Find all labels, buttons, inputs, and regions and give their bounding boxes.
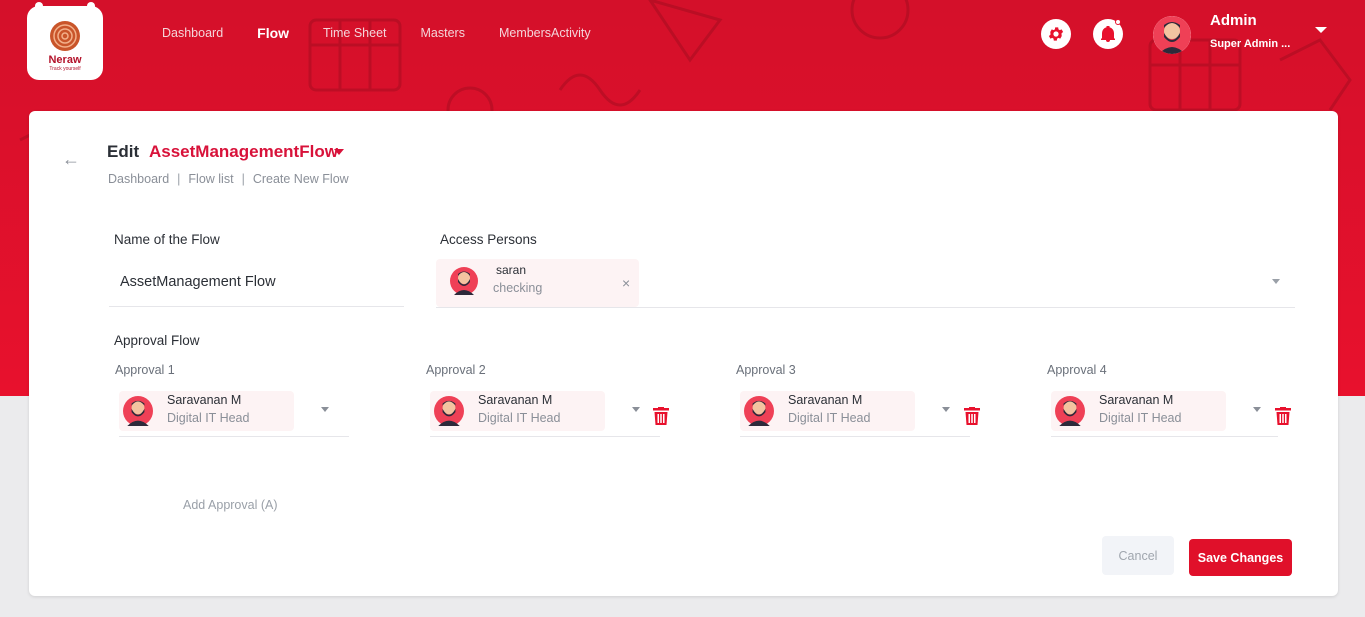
access-persons-label: Access Persons [440,232,537,247]
access-person-sub: checking [493,281,543,295]
flow-name-label: Name of the Flow [114,232,220,247]
access-person-chip: saran checking × [436,259,639,307]
user-name: Admin [1210,12,1257,29]
user-avatar[interactable] [1153,16,1191,54]
add-approval-button[interactable]: Add Approval (A) [183,498,278,512]
approval-select-2[interactable]: Saravanan M Digital IT Head [430,391,660,437]
bell-icon [1101,26,1115,42]
nav-item-flow[interactable]: Flow [257,25,289,41]
save-changes-button[interactable]: Save Changes [1189,539,1292,576]
avatar-icon [744,396,774,426]
nav-item-time-sheet[interactable]: Time Sheet [323,25,386,41]
approver-role: Digital IT Head [478,411,561,425]
avatar-icon [123,396,153,426]
brand-name: Neraw [48,54,82,66]
brand-tagline: Track yourself [49,66,81,72]
approval-chevron-down-icon[interactable] [1253,407,1261,412]
approver-name: Saravanan M [478,393,553,407]
approval-chevron-down-icon[interactable] [321,407,329,412]
edit-flow-card: ← Edit AssetManagementFlow Dashboard | F… [29,111,1338,596]
nav-item-dashboard[interactable]: Dashboard [162,25,223,41]
delete-approval-trash-icon[interactable] [964,407,980,425]
approver-role: Digital IT Head [167,411,250,425]
approval-select-3[interactable]: Saravanan M Digital IT Head [740,391,970,437]
flow-select[interactable]: AssetManagementFlow [149,142,338,162]
approval-chevron-down-icon[interactable] [632,407,640,412]
delete-approval-trash-icon[interactable] [1275,407,1291,425]
gear-icon [1048,27,1064,41]
breadcrumb: Dashboard | Flow list | Create New Flow [108,172,349,186]
approval-label-1: Approval 1 [115,363,175,377]
approver-name: Saravanan M [167,393,242,407]
user-menu-chevron-down-icon[interactable] [1315,27,1327,33]
approval-flow-label: Approval Flow [114,333,200,348]
approver-name: Saravanan M [1099,393,1174,407]
breadcrumb-create-new-flow[interactable]: Create New Flow [253,172,349,186]
brand-logo[interactable]: Neraw Track yourself [27,2,103,80]
approver-role: Digital IT Head [788,411,871,425]
logo-spiral-icon [50,21,80,51]
access-persons-select[interactable]: saran checking × [436,259,1295,308]
breadcrumb-separator: | [177,172,181,186]
nav-item-members-activity[interactable]: MembersActivity [499,25,591,41]
avatar-icon [434,396,464,426]
avatar-icon [1153,16,1191,54]
approval-chevron-down-icon[interactable] [942,407,950,412]
approval-select-4[interactable]: Saravanan M Digital IT Head [1051,391,1278,437]
back-arrow-icon[interactable]: ← [62,149,80,170]
access-person-name: saran [496,263,527,277]
notifications-button[interactable] [1093,19,1123,49]
user-role: Super Admin ... [1210,38,1291,50]
delete-approval-trash-icon[interactable] [653,407,669,425]
remove-chip-close-icon[interactable]: × [622,275,630,291]
settings-button[interactable] [1041,19,1071,49]
notification-dot [1115,19,1121,25]
flow-name-input[interactable]: AssetManagement Flow [109,259,404,307]
approval-label-4: Approval 4 [1047,363,1107,377]
approver-role: Digital IT Head [1099,411,1182,425]
cancel-button[interactable]: Cancel [1102,536,1174,575]
nav-item-masters[interactable]: Masters [421,25,465,41]
main-nav: Dashboard Flow Time Sheet Masters Member… [162,25,625,41]
page-title: Edit [107,142,140,161]
avatar-icon [1055,396,1085,426]
approval-label-3: Approval 3 [736,363,796,377]
approval-label-2: Approval 2 [426,363,486,377]
access-persons-chevron-down-icon[interactable] [1272,279,1280,284]
approver-name: Saravanan M [788,393,863,407]
avatar-icon [450,267,478,295]
breadcrumb-dashboard[interactable]: Dashboard [108,172,169,186]
flow-select-chevron-down-icon[interactable] [334,149,344,155]
breadcrumb-separator: | [241,172,245,186]
approval-select-1[interactable]: Saravanan M Digital IT Head [119,391,349,437]
breadcrumb-flow-list[interactable]: Flow list [188,172,233,186]
